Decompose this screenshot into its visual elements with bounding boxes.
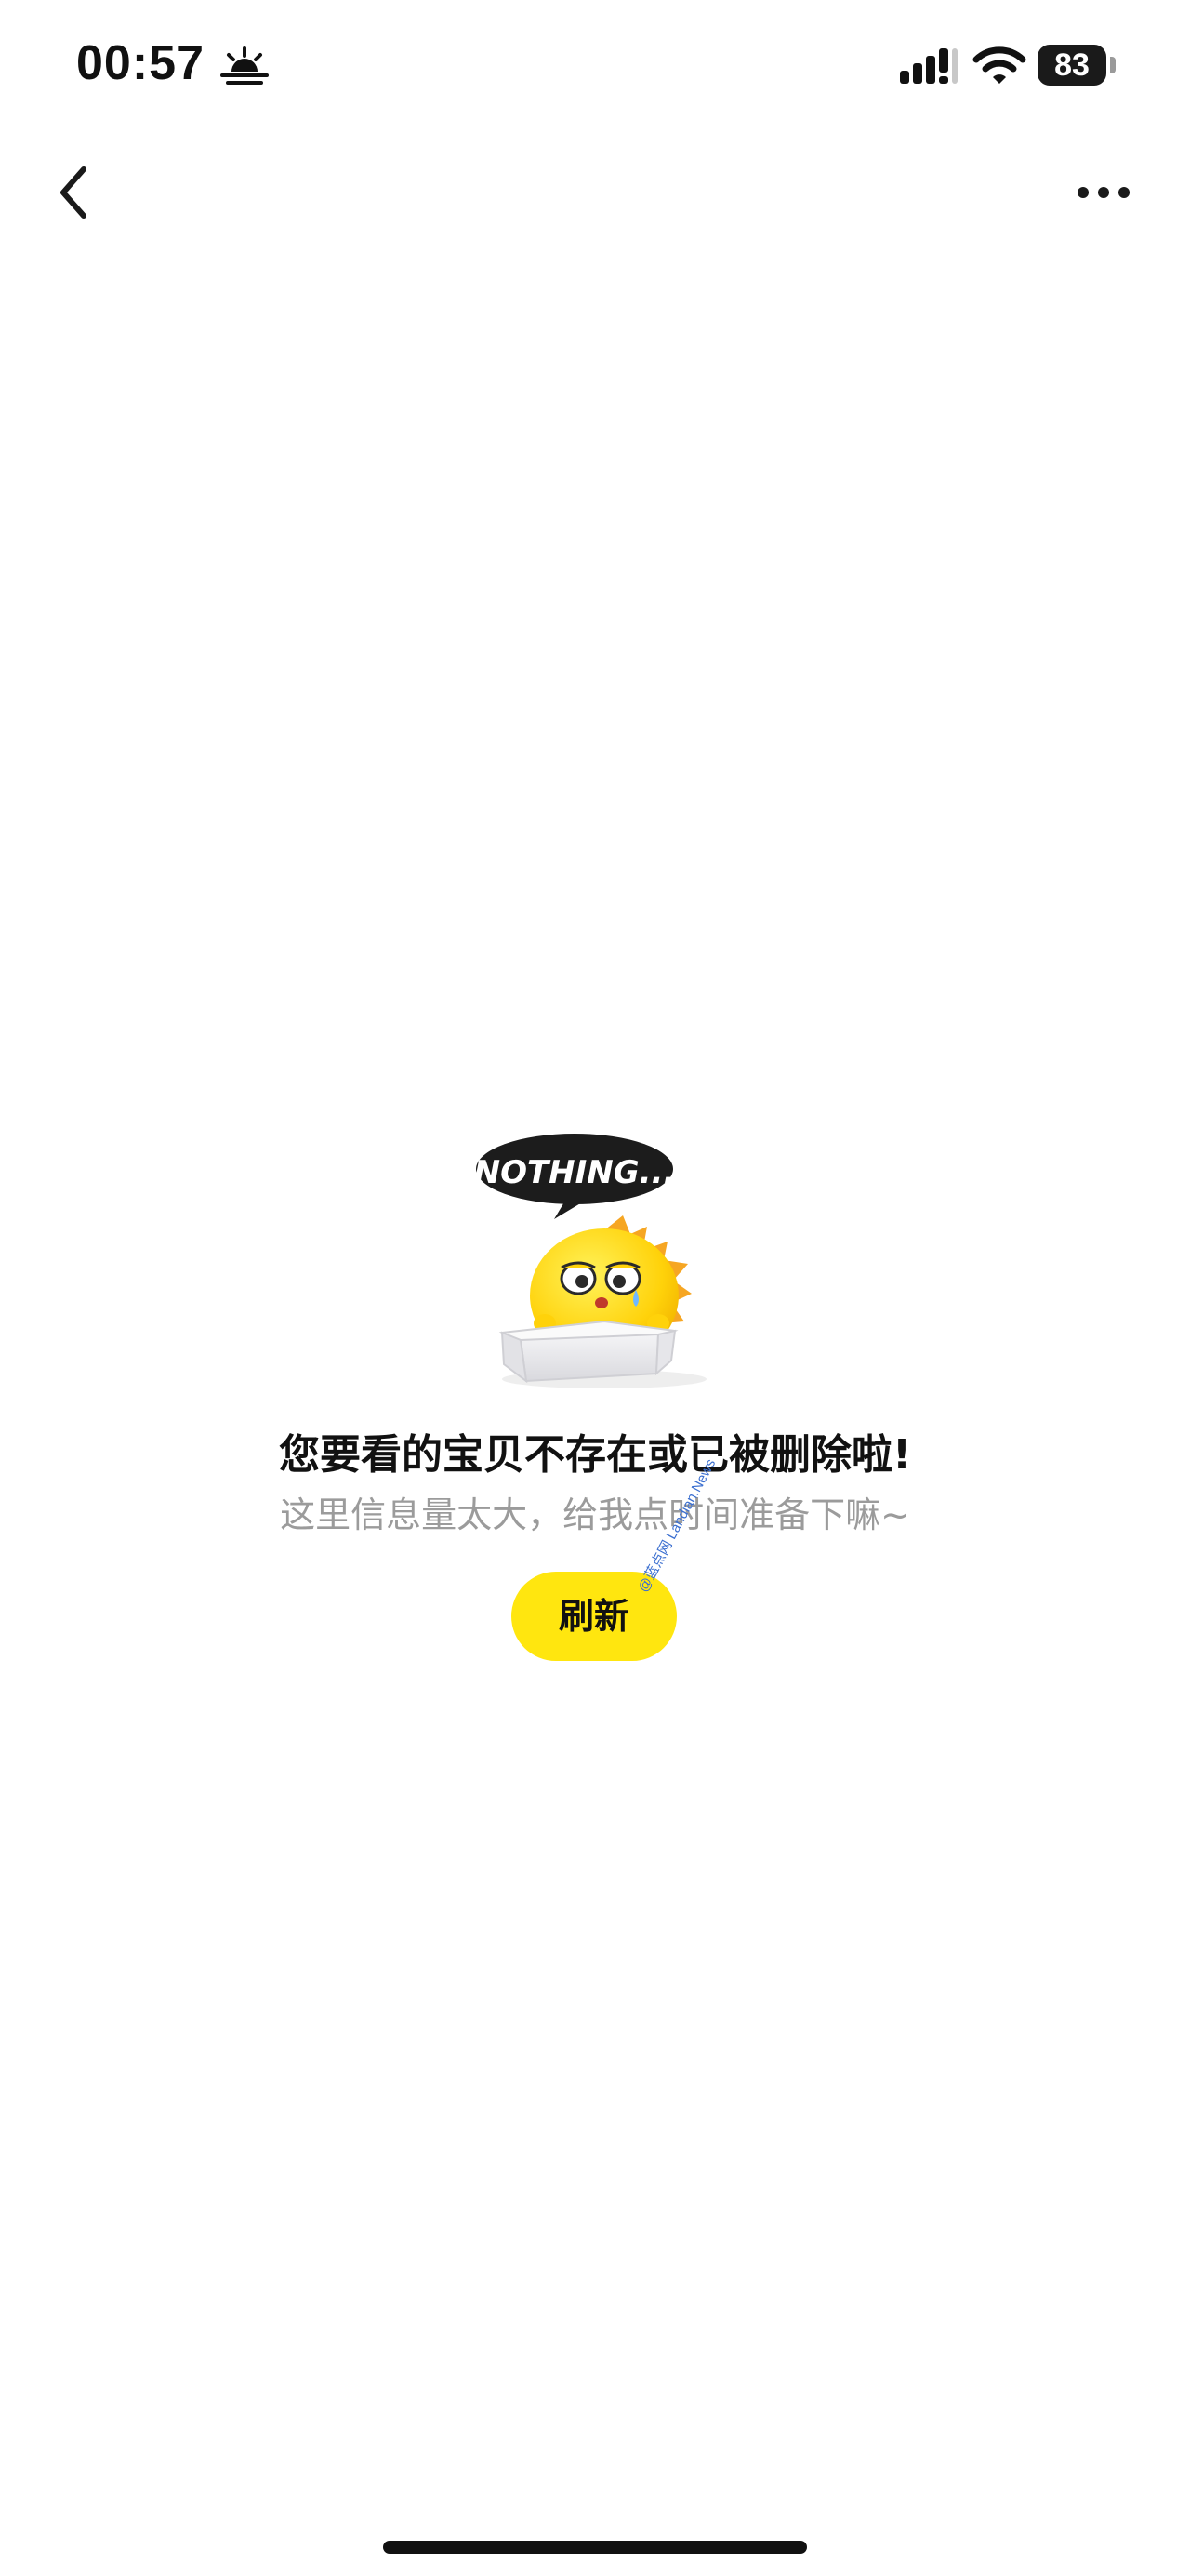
empty-illustration: NOTHING... <box>474 1134 707 1388</box>
dot-icon <box>1078 187 1089 198</box>
bubble-text: NOTHING... <box>474 1154 676 1191</box>
empty-state-title: 您要看的宝贝不存在或已被删除啦! <box>278 1431 912 1479</box>
dot-icon <box>1098 187 1109 198</box>
empty-state-subtitle: 这里信息量太大，给我点时间准备下嘛~ <box>280 1494 910 1535</box>
status-time: 00:57 <box>76 36 205 90</box>
wifi-icon <box>972 46 1026 84</box>
back-button[interactable] <box>37 149 112 232</box>
status-bar: 00:57 83 <box>0 0 1190 130</box>
home-indicator[interactable] <box>383 2541 807 2554</box>
battery-cap <box>1110 57 1116 73</box>
character-mouth <box>595 1297 608 1308</box>
speech-bubble: NOTHING... <box>474 1134 676 1219</box>
sunrise-icon <box>220 46 269 85</box>
empty-box <box>498 1320 679 1384</box>
dot-icon <box>1118 187 1130 198</box>
signal-icon <box>900 48 958 84</box>
more-button[interactable] <box>1060 167 1144 214</box>
battery-icon: 83 <box>1038 45 1106 86</box>
